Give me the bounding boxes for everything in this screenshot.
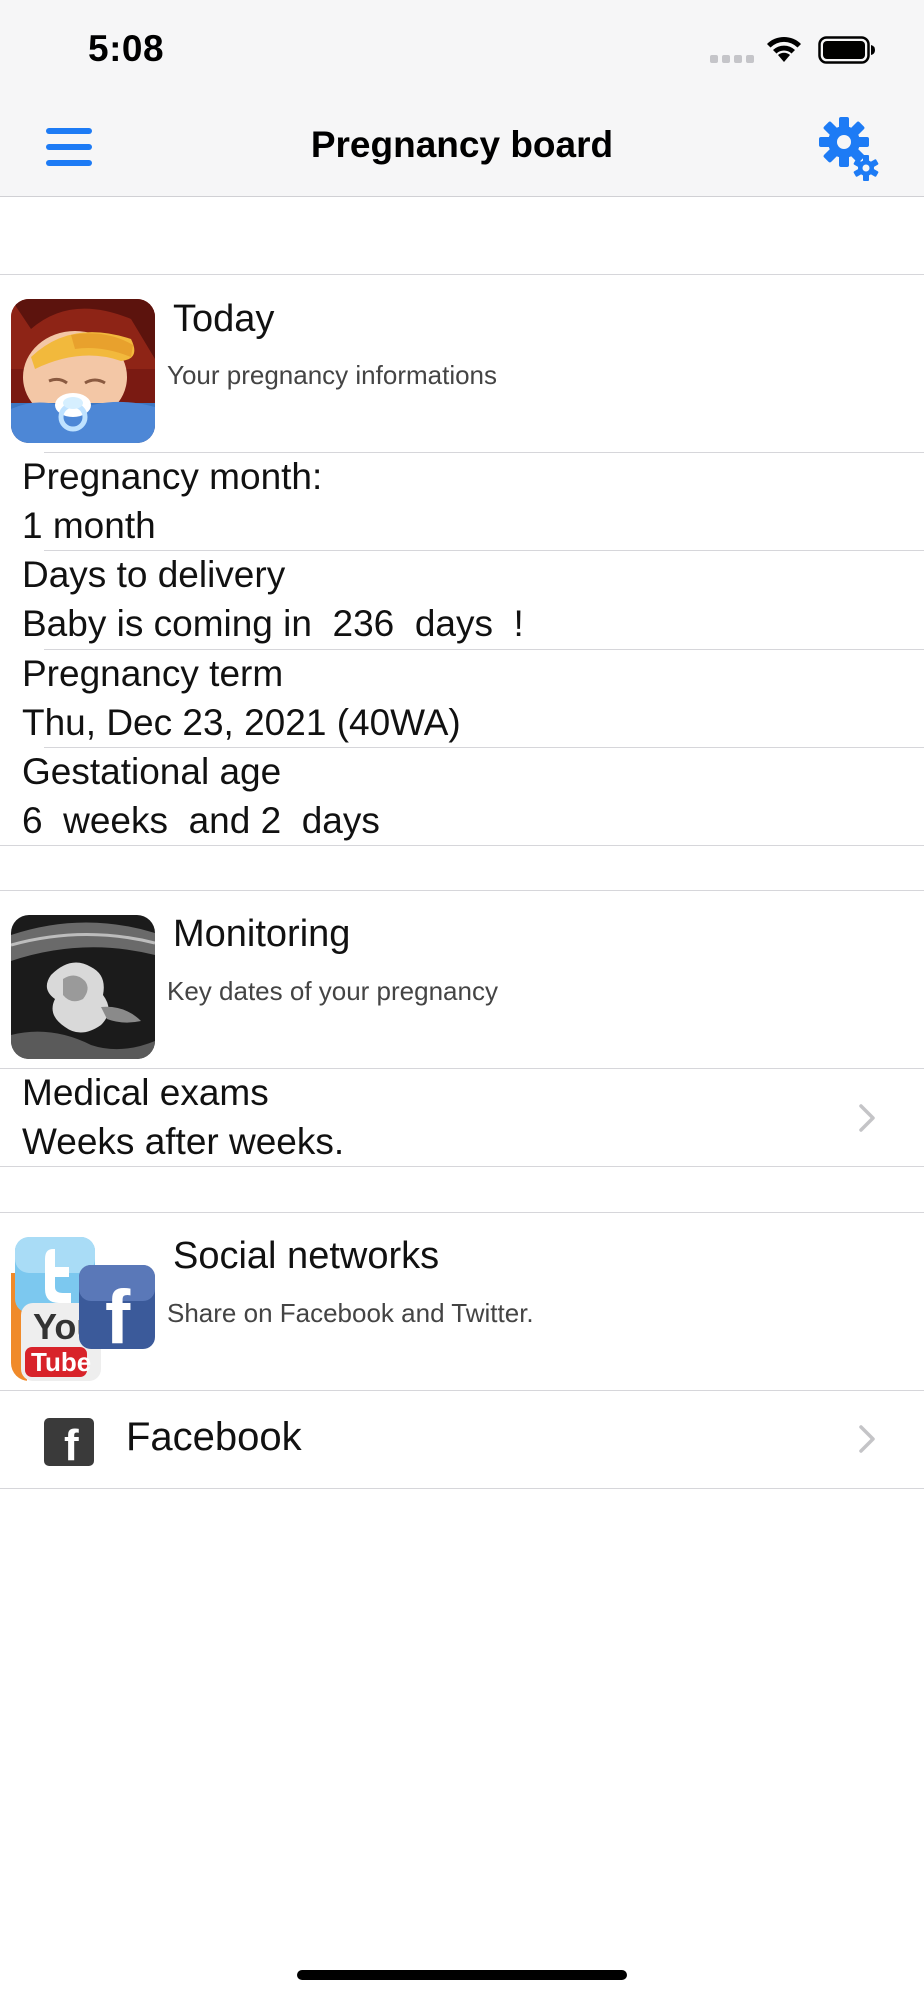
section-title-social: Social networks [173, 1235, 440, 1277]
info-value: 1 month [22, 505, 156, 546]
section-title-monitoring: Monitoring [173, 913, 351, 955]
settings-button[interactable] [818, 116, 882, 184]
info-label: Gestational age [22, 751, 282, 792]
info-row-days-to-delivery: Days to delivery Baby is coming in 236 d… [22, 550, 524, 648]
section-subtitle-social: Share on Facebook and Twitter. [167, 1298, 534, 1328]
status-time: 5:08 [88, 28, 165, 69]
baby-photo-thumbnail [11, 299, 155, 443]
wifi-icon [767, 36, 801, 62]
section-subtitle-monitoring: Key dates of your pregnancy [167, 976, 498, 1006]
section-title-today: Today [173, 298, 275, 340]
section-divider [0, 890, 924, 891]
section-divider [0, 1212, 924, 1213]
facebook-label: Facebook [126, 1415, 302, 1459]
youtube-logo-tube: Tube [31, 1347, 91, 1377]
ultrasound-thumbnail [11, 915, 155, 1059]
social-networks-thumbnail: You Tube f [11, 1237, 155, 1381]
info-value: 6 weeks and 2 days [22, 800, 380, 841]
info-row-pregnancy-month: Pregnancy month: 1 month [22, 452, 322, 550]
facebook-logo-f: f [105, 1275, 131, 1360]
section-divider [0, 1488, 924, 1489]
section-divider [0, 1166, 924, 1167]
chevron-right-icon [859, 1425, 875, 1453]
info-label: Pregnancy month: [22, 456, 323, 497]
section-subtitle-today: Your pregnancy informations [167, 360, 498, 390]
section-divider [0, 845, 924, 846]
medical-exams-row[interactable]: Medical exams Weeks after weeks. [22, 1068, 902, 1166]
info-row-pregnancy-term: Pregnancy term Thu, Dec 23, 2021 (40WA) [22, 649, 461, 747]
facebook-icon: f [44, 1418, 94, 1466]
page-title: Pregnancy board [310, 124, 614, 165]
chevron-right-icon [859, 1104, 875, 1132]
section-divider [0, 274, 924, 275]
info-row-gestational-age: Gestational age 6 weeks and 2 days [22, 747, 380, 845]
info-label: Pregnancy term [22, 653, 284, 694]
cellular-signal-icon [710, 55, 754, 63]
info-value: Baby is coming in 236 days ! [22, 603, 524, 644]
row-subtitle: Weeks after weeks. [22, 1121, 345, 1162]
status-bar: 5:08 [0, 0, 924, 98]
row-title: Medical exams [22, 1072, 269, 1113]
navigation-bar: Pregnancy board [0, 98, 924, 197]
facebook-icon-glyph: f [64, 1421, 79, 1467]
info-label: Days to delivery [22, 554, 286, 595]
home-indicator[interactable] [297, 1970, 627, 1980]
info-value: Thu, Dec 23, 2021 (40WA) [22, 702, 461, 743]
gear-icon [819, 117, 879, 181]
battery-icon [818, 36, 875, 64]
